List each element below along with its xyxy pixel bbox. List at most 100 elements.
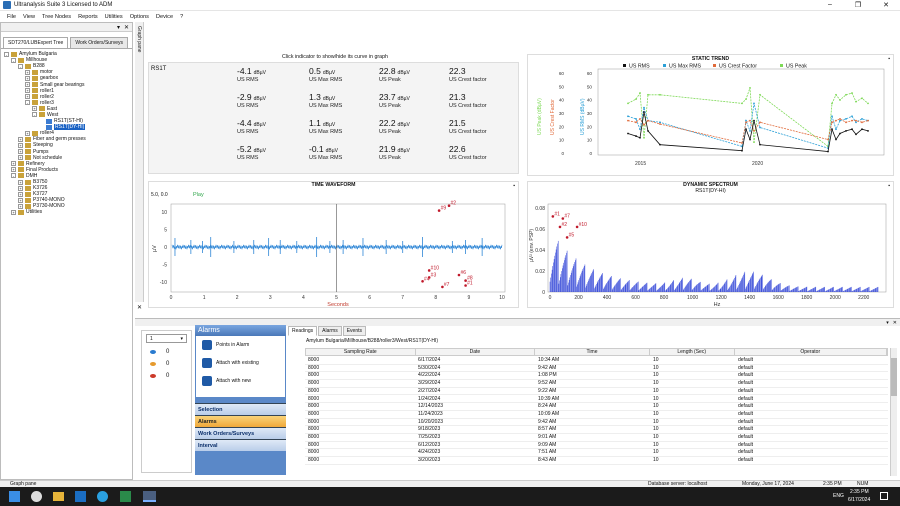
expand-icon[interactable]: + [18,197,23,203]
nav-selection[interactable]: Selection [195,403,286,415]
points-in-alarm-item[interactable]: Points in Alarm [196,336,285,354]
graph-pane-strip[interactable]: Graph pane [135,22,144,302]
expand-icon[interactable]: + [25,94,30,100]
maximize-button[interactable]: ❐ [844,1,872,9]
trend-point[interactable] [831,102,833,105]
table-row[interactable]: 8000 2/27/2024 9:22 AM 10 default [305,388,888,396]
trend-point[interactable] [749,87,751,89]
indicator-cell[interactable]: 21.3 US Crest factor [449,92,487,109]
trend-point[interactable] [639,92,641,94]
trend-point[interactable] [753,130,755,132]
trend-point[interactable] [749,119,751,122]
expand-icon[interactable]: + [18,149,23,155]
static-trend-chart[interactable]: US RMS US Max RMS US Crest Factor US Peak US… [528,55,895,177]
indicator-cell[interactable]: -5.2 dBµV US RMS [237,144,266,161]
trend-point[interactable] [753,102,755,105]
trend-point[interactable] [647,130,649,132]
trend-point[interactable] [639,117,641,120]
trend-point[interactable] [659,121,661,124]
trend-point[interactable] [845,117,847,120]
trend-point[interactable] [745,119,747,122]
ultranalysis-task-icon[interactable] [143,491,156,502]
pane-close-icon[interactable]: ✕ [124,24,129,31]
tab-alarms[interactable]: Alarms [318,326,342,336]
expand-icon[interactable]: + [18,203,23,209]
menu-view[interactable]: View [23,14,35,20]
trend-point[interactable] [627,119,629,122]
indicator-cell[interactable]: 22.6 US Crest factor [449,144,487,161]
col-time[interactable]: Time [535,349,650,355]
menu-reports[interactable]: Reports [78,14,98,20]
indicator-cell[interactable]: 0.5 dBµV US Max RMS [309,66,342,83]
taskbar-app-1-icon[interactable] [31,491,42,502]
trend-point[interactable] [845,130,847,132]
trend-point[interactable] [839,119,841,122]
expand-icon[interactable]: + [25,75,30,81]
table-row[interactable]: 8000 9/18/2023 8:57 AM 10 default [305,426,888,434]
expand-icon[interactable]: + [25,69,30,75]
trend-point[interactable] [643,124,645,126]
expand-icon[interactable]: + [25,82,30,88]
grid-scrollbar[interactable] [890,348,897,476]
trend-point[interactable] [851,128,853,131]
clock-date[interactable]: 6/17/2024 [848,497,870,503]
trend-point[interactable] [867,102,869,105]
col-operator[interactable]: Operator [735,349,887,355]
trend-point[interactable] [861,97,863,100]
table-row[interactable]: 8000 6/12/2023 9:09 AM 10 default [305,442,888,450]
expand-icon[interactable]: + [25,88,30,94]
trend-point[interactable] [855,119,857,122]
trend-point[interactable] [845,93,847,96]
trend-point[interactable] [627,132,629,135]
menu-device[interactable]: Device [156,14,173,20]
trend-point[interactable] [839,99,841,101]
status-red[interactable]: 0 [150,373,183,379]
trend-point[interactable] [835,128,837,131]
trend-point[interactable] [831,121,833,124]
expand-icon[interactable]: + [25,130,30,136]
trend-point[interactable] [831,128,833,131]
trend-point[interactable] [745,98,747,100]
file-explorer-icon[interactable] [53,492,64,501]
outlook-icon[interactable] [75,491,86,502]
trend-point[interactable] [831,115,833,118]
table-row[interactable]: 8000 5/30/2024 9:42 AM 10 default [305,365,888,373]
clock-time[interactable]: 2:35 PM [850,489,869,495]
expand-icon[interactable]: + [18,179,23,185]
trend-point[interactable] [759,143,761,146]
trend-point[interactable] [659,93,661,96]
collapse-icon[interactable]: - [11,57,16,63]
trend-point[interactable] [835,119,837,122]
menu-file[interactable]: File [7,14,16,20]
indicator-cell[interactable]: 21.9 dBµV US Peak [379,144,410,161]
excel-icon[interactable] [120,491,131,502]
status-orange[interactable]: 0 [150,361,183,367]
bottom-close-icon[interactable]: ✕ [893,320,897,326]
trend-point[interactable] [647,93,649,96]
language-indicator[interactable]: ENG [833,493,844,499]
trend-point[interactable] [851,119,853,122]
expand-icon[interactable]: + [18,142,23,148]
trend-point[interactable] [851,92,853,94]
trend-point[interactable] [835,138,837,141]
trend-point[interactable] [741,102,743,105]
trend-point[interactable] [855,100,857,103]
count-select[interactable]: 1 ▾ [146,334,187,343]
trend-point[interactable] [749,130,751,132]
collapse-icon[interactable]: - [18,63,23,69]
trend-point[interactable] [759,121,761,124]
trend-point[interactable] [827,138,829,141]
expand-icon[interactable]: + [18,185,23,191]
table-row[interactable]: 8000 4/22/2024 1:08 PM 10 default [305,372,888,381]
trend-point[interactable] [659,143,661,146]
trend-point[interactable] [827,150,829,153]
start-button[interactable] [9,491,20,502]
indicator-cell[interactable]: 21.5 US Crest factor [449,118,487,135]
table-row[interactable]: 8000 10/20/2023 9:42 AM 10 default [305,419,888,427]
table-row[interactable]: 8000 7/25/2023 9:01 AM 10 default [305,434,888,442]
trend-point[interactable] [741,149,743,152]
menu-tree-nodes[interactable]: Tree Nodes [42,14,71,20]
trend-point[interactable] [861,117,863,120]
table-row[interactable]: 8000 6/17/2024 10:34 AM 10 default [305,357,888,365]
indicator-cell[interactable]: -0.1 dBµV US Max RMS [309,144,342,161]
